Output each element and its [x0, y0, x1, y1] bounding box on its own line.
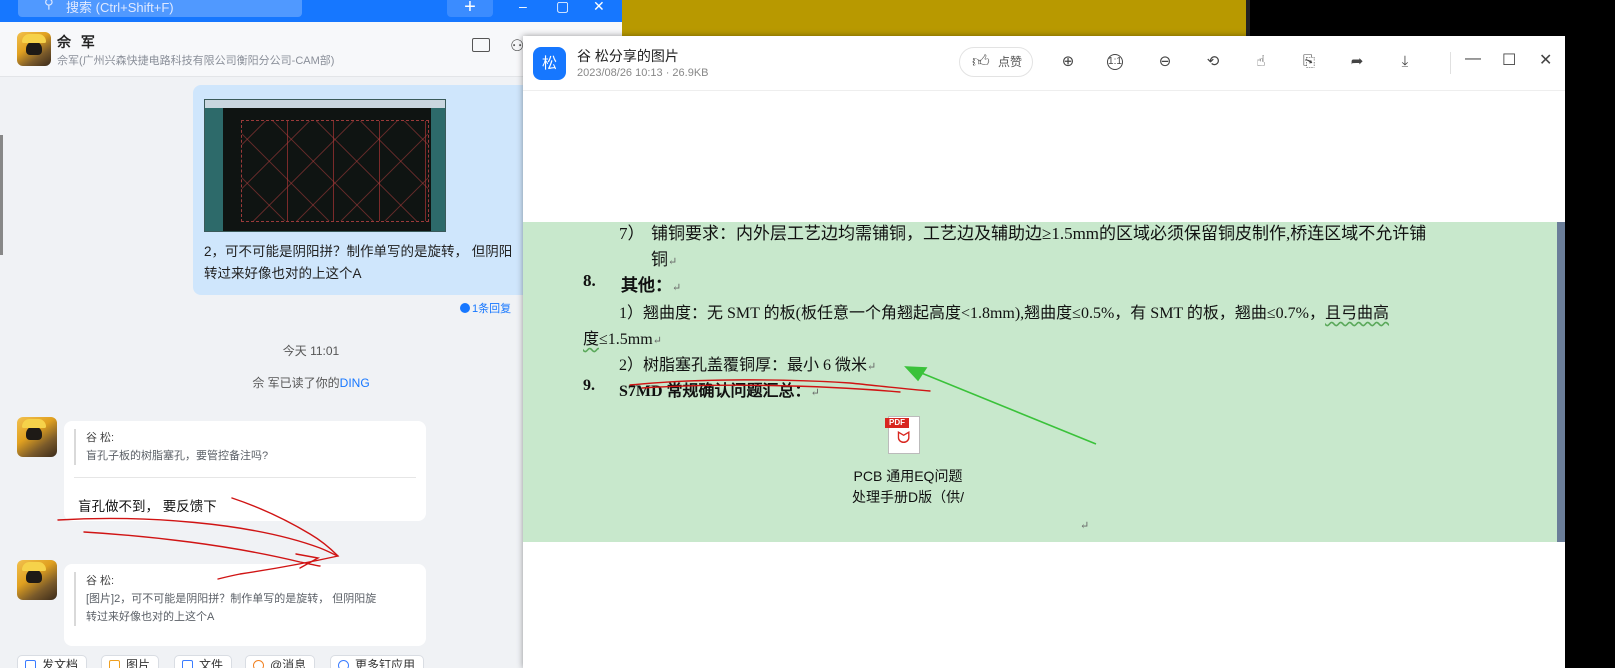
received-message-bubble[interactable]: 谷 松: [图片]2，可不可能是阴阳拼？制作单写的是旋转， 但阴阳旋 转过来好像…	[64, 564, 426, 646]
pcb-screenshot-image[interactable]	[204, 99, 446, 232]
close-icon[interactable]: ✕	[593, 0, 605, 15]
sent-message-bubble[interactable]: 2，可不可能是阴阳拼？制作单写的是旋转， 但阴阳 转过来好像也对的上这个A	[193, 85, 553, 295]
tool-more-apps[interactable]: 更多钉应用	[330, 655, 425, 668]
zoom-out-icon[interactable]: ⊖	[1155, 52, 1175, 72]
desktop-background-gold	[622, 0, 1246, 36]
at-icon	[253, 660, 264, 668]
chat-topbar: ⚲ 搜索 (Ctrl+Shift+F) + – ▢ ✕	[0, 0, 622, 22]
apps-icon	[338, 660, 349, 668]
ding-link[interactable]: DING	[340, 376, 370, 390]
viewer-header: 松 谷 松分享的图片 2023/08/26 10:13 · 26.9KB 👍︎ 点…	[523, 36, 1565, 91]
download-icon[interactable]: ⤓	[1395, 52, 1415, 72]
quote-author: 谷 松:	[86, 575, 115, 587]
add-button[interactable]: +	[447, 0, 493, 17]
doc-item7-text-line2: 铜↵	[651, 250, 678, 269]
tool-file[interactable]: 文件	[174, 655, 233, 668]
maximize-icon[interactable]: ☐	[1502, 50, 1516, 70]
thumbs-up-icon: 👍︎	[972, 52, 990, 71]
tool-mention[interactable]: @消息	[245, 655, 316, 668]
doc-return-mark: ↵	[1080, 520, 1090, 532]
desktop-divider	[1246, 0, 1250, 36]
contact-subtitle: 佘军(广州兴森快捷电路科技有限公司衡阳分公司-CAM部)	[57, 55, 335, 67]
doc-item8-1-line2: 度≤1.5mm↵	[583, 331, 662, 348]
actual-size-icon[interactable]: 1:1	[1107, 54, 1123, 70]
reply-count-text: 1条回复	[472, 303, 512, 315]
doc-item7-number: 7）	[619, 224, 645, 243]
maximize-icon[interactable]: ▢	[556, 0, 569, 15]
forward-icon[interactable]: ➦	[1347, 52, 1367, 72]
quote-divider	[74, 477, 416, 478]
toolbar-divider	[1450, 52, 1451, 74]
folder-icon[interactable]	[472, 38, 490, 52]
reply-text: 盲孔做不到， 要反馈下	[78, 499, 217, 514]
search-placeholder: 搜索 (Ctrl+Shift+F)	[66, 0, 174, 15]
scrollbar[interactable]	[0, 135, 3, 255]
pdf-file-icon[interactable]: PDF ᗢ	[885, 416, 925, 454]
like-button[interactable]: 👍︎ 点赞	[959, 47, 1033, 77]
pdf-caption: PCB 通用EQ问题 处理手册D版（供/	[852, 468, 964, 505]
image-viewer-window: 松 谷 松分享的图片 2023/08/26 10:13 · 26.9KB 👍︎ 点…	[523, 36, 1565, 668]
viewer-title: 谷 松分享的图片	[577, 48, 679, 64]
extract-text-icon[interactable]: ⎘	[1299, 52, 1319, 72]
avatar[interactable]	[17, 32, 51, 66]
doc-item7-text: 铺铜要求：内外层工艺边均需铺铜，工艺边及辅助边≥1.5mm的区域必须保留铜皮制作…	[651, 224, 1427, 243]
quote-text-line: 转过来好像也对的上这个A	[86, 611, 215, 623]
quoted-message: 谷 松: 盲孔子板的树脂塞孔，要管控备注吗?	[74, 429, 268, 465]
quoted-message: 谷 松: [图片]2，可不可能是阴阳拼？制作单写的是旋转， 但阴阳旋 转过来好像…	[74, 572, 376, 626]
person-icon[interactable]: ⚇	[510, 36, 524, 55]
zoom-in-icon[interactable]: ⊕	[1058, 52, 1078, 72]
quote-text: 盲孔子板的树脂塞孔，要管控备注吗?	[86, 450, 269, 462]
tool-image[interactable]: 图片	[101, 655, 160, 668]
search-icon: ⚲	[44, 0, 54, 11]
sent-message-text: 2，可不可能是阴阳拼？制作单写的是旋转， 但阴阳 转过来好像也对的上这个A	[204, 244, 513, 281]
quote-author: 谷 松:	[86, 432, 115, 444]
viewer-meta: 2023/08/26 10:13 · 26.9KB	[577, 67, 709, 79]
image-icon	[109, 660, 120, 668]
like-label: 点赞	[998, 55, 1023, 69]
document-icon	[25, 660, 36, 668]
doc-item9-title: S7MD 常规确认问题汇总：↵	[619, 383, 820, 400]
avatar[interactable]	[17, 560, 57, 600]
received-message-bubble[interactable]: 谷 松: 盲孔子板的树脂塞孔，要管控备注吗? 盲孔做不到， 要反馈下	[64, 421, 426, 521]
pdf-tag: PDF	[885, 418, 909, 428]
quote-text-line: [图片]2，可不可能是阴阳拼？制作单写的是旋转， 但阴阳旋	[86, 593, 377, 605]
minimize-icon[interactable]: –	[519, 0, 527, 14]
search-input[interactable]: ⚲ 搜索 (Ctrl+Shift+F)	[18, 0, 302, 17]
reply-icon	[460, 303, 470, 313]
avatar[interactable]	[17, 417, 57, 457]
minimize-icon[interactable]: —	[1465, 50, 1481, 68]
ding-prefix: 佘 军已读了你的	[252, 376, 340, 390]
doc-item8-number: 8.	[583, 271, 596, 290]
contact-name[interactable]: 佘 军	[57, 32, 98, 52]
doc-item9-number: 9.	[583, 377, 595, 394]
file-icon	[182, 660, 193, 668]
doc-item8-1: 1）翘曲度：无 SMT 的板(板任意一个角翘起高度<1.8mm),翘曲度≤0.5…	[619, 305, 1390, 322]
document-edge	[1557, 222, 1565, 542]
doc-item8-2: 2）树脂塞孔盖覆铜厚：最小 6 微米↵	[619, 357, 877, 374]
hand-pan-icon[interactable]: ☝	[1251, 52, 1271, 72]
acrobat-logo-icon: ᗢ	[897, 430, 911, 447]
sharer-avatar[interactable]: 松	[533, 47, 566, 80]
close-icon[interactable]: ✕	[1539, 50, 1552, 70]
reply-count-link[interactable]: 1条回复	[460, 300, 511, 316]
doc-item8-title: 其他：↵	[621, 276, 682, 295]
tool-send-document[interactable]: 发文档	[17, 655, 88, 668]
rotate-icon[interactable]: ⟲	[1203, 52, 1223, 72]
